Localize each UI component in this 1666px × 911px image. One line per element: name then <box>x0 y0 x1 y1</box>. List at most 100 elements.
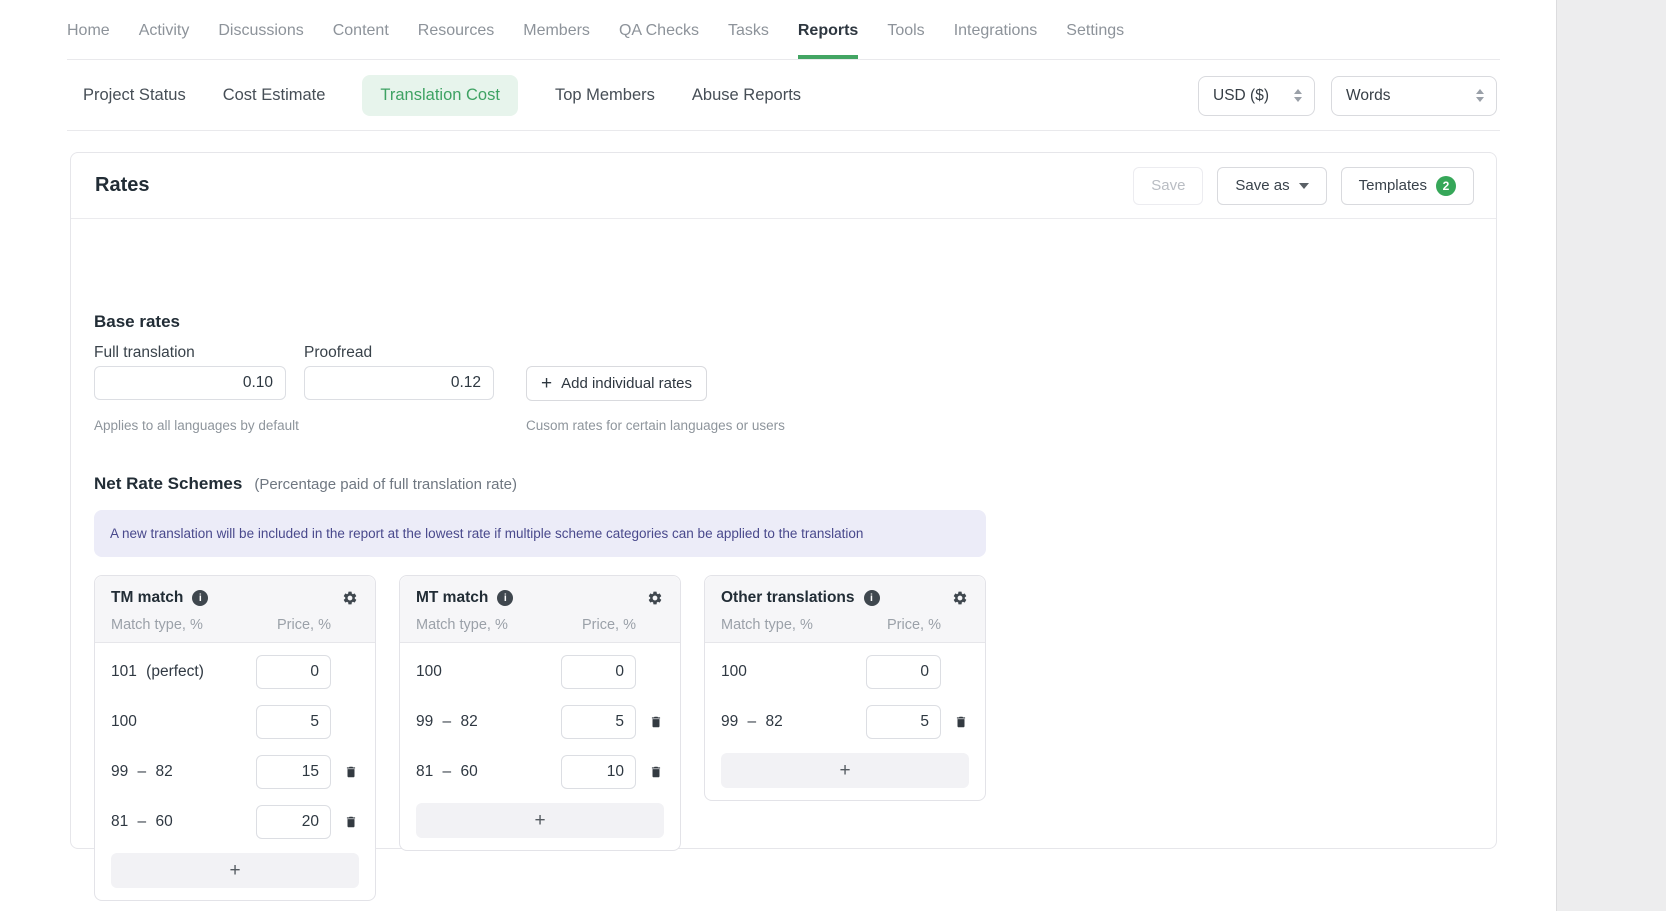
nav-item-resources[interactable]: Resources <box>418 22 494 59</box>
net-rate-schemes-heading-row: Net Rate Schemes (Percentage paid of ful… <box>94 474 517 494</box>
match-range-label: 101 (perfect) <box>111 663 256 681</box>
tab-project-status[interactable]: Project Status <box>83 86 186 105</box>
info-icon[interactable]: i <box>497 590 513 606</box>
save-as-label: Save as <box>1235 177 1289 194</box>
match-range-label: 81 – 60 <box>111 813 256 831</box>
price-input[interactable] <box>866 705 941 739</box>
info-banner-text: A new translation will be included in th… <box>110 526 863 541</box>
chevron-down-icon <box>1299 183 1309 189</box>
match-type-column-header: Match type, % <box>111 617 203 633</box>
table-row: 99 – 82 <box>721 697 969 747</box>
full-translation-input[interactable] <box>94 366 286 400</box>
mt-match-header: MT match i Match type, % Price, % <box>400 576 680 643</box>
proofread-input[interactable] <box>304 366 494 400</box>
tm-match-rows: 101 (perfect) 100 99 – 82 81 – 60 <box>95 643 375 900</box>
price-column-header: Price, % <box>582 617 636 633</box>
match-type-column-header: Match type, % <box>416 617 508 633</box>
tm-match-card: TM match i Match type, % Price, % 101 (p… <box>94 575 376 901</box>
reports-sub-navigation: Project Status Cost Estimate Translation… <box>67 61 1500 131</box>
tab-top-members[interactable]: Top Members <box>555 86 655 105</box>
page-title: Rates <box>95 174 149 197</box>
templates-label: Templates <box>1359 177 1427 194</box>
table-row: 81 – 60 <box>111 797 359 847</box>
add-row-button[interactable]: + <box>416 803 664 838</box>
other-translations-header: Other translations i Match type, % Price… <box>705 576 985 643</box>
match-range-label: 100 <box>111 713 256 731</box>
mt-match-title: MT match <box>416 589 488 607</box>
net-rate-schemes-subheading: (Percentage paid of full translation rat… <box>254 476 517 493</box>
trash-icon <box>344 814 358 830</box>
match-range-label: 81 – 60 <box>416 763 561 781</box>
desktop-background-strip <box>1556 0 1666 911</box>
nav-item-settings[interactable]: Settings <box>1066 22 1124 59</box>
currency-select[interactable]: USD ($) <box>1198 76 1315 116</box>
price-input[interactable] <box>256 805 331 839</box>
gear-icon <box>952 590 968 606</box>
tab-translation-cost[interactable]: Translation Cost <box>362 75 518 116</box>
mt-match-card: MT match i Match type, % Price, % 100 <box>399 575 681 851</box>
nav-item-tasks[interactable]: Tasks <box>728 22 769 59</box>
proofread-label: Proofread <box>304 344 372 362</box>
table-row: 100 <box>721 647 969 697</box>
price-input[interactable] <box>561 755 636 789</box>
add-row-button[interactable]: + <box>111 853 359 888</box>
price-input[interactable] <box>561 705 636 739</box>
table-row: 99 – 82 <box>111 747 359 797</box>
mt-match-settings-button[interactable] <box>646 589 664 607</box>
price-input[interactable] <box>256 705 331 739</box>
tm-match-settings-button[interactable] <box>341 589 359 607</box>
select-arrows-icon <box>1294 89 1302 102</box>
individual-rates-helper: Cusom rates for certain languages or use… <box>526 418 785 433</box>
unit-select-value: Words <box>1346 87 1391 105</box>
price-input[interactable] <box>561 655 636 689</box>
price-column-header: Price, % <box>277 617 331 633</box>
delete-row-button[interactable] <box>953 713 969 731</box>
delete-row-button[interactable] <box>648 763 664 781</box>
price-input[interactable] <box>256 655 331 689</box>
nav-item-integrations[interactable]: Integrations <box>954 22 1038 59</box>
tab-cost-estimate[interactable]: Cost Estimate <box>223 86 326 105</box>
gear-icon <box>647 590 663 606</box>
unit-select[interactable]: Words <box>1331 76 1497 116</box>
save-as-button[interactable]: Save as <box>1217 167 1326 205</box>
match-range-label: 99 – 82 <box>111 763 256 781</box>
nav-item-members[interactable]: Members <box>523 22 590 59</box>
match-type-column-header: Match type, % <box>721 617 813 633</box>
add-individual-rates-button[interactable]: + Add individual rates <box>526 366 707 401</box>
full-translation-label: Full translation <box>94 344 195 362</box>
other-translations-settings-button[interactable] <box>951 589 969 607</box>
nav-item-discussions[interactable]: Discussions <box>218 22 303 59</box>
templates-button[interactable]: Templates 2 <box>1341 167 1474 205</box>
other-translations-card: Other translations i Match type, % Price… <box>704 575 986 801</box>
delete-row-button[interactable] <box>343 813 359 831</box>
nav-item-reports[interactable]: Reports <box>798 22 858 59</box>
select-arrows-icon <box>1476 89 1484 102</box>
nav-item-home[interactable]: Home <box>67 22 110 59</box>
delete-row-button[interactable] <box>343 763 359 781</box>
trash-icon <box>344 764 358 780</box>
table-row: 100 <box>111 697 359 747</box>
info-icon[interactable]: i <box>864 590 880 606</box>
price-column-header: Price, % <box>887 617 941 633</box>
save-button[interactable]: Save <box>1133 167 1203 205</box>
report-filters: USD ($) Words <box>1198 76 1500 116</box>
delete-row-button[interactable] <box>648 713 664 731</box>
nav-item-tools[interactable]: Tools <box>887 22 924 59</box>
nav-item-qa-checks[interactable]: QA Checks <box>619 22 699 59</box>
other-translations-rows: 100 99 – 82 + <box>705 643 985 800</box>
match-range-label: 99 – 82 <box>416 713 561 731</box>
nav-item-content[interactable]: Content <box>333 22 389 59</box>
add-individual-rates-label: Add individual rates <box>561 375 692 392</box>
price-input[interactable] <box>866 655 941 689</box>
rates-card-header: Rates Save Save as Templates 2 <box>71 153 1496 219</box>
tab-abuse-reports[interactable]: Abuse Reports <box>692 86 801 105</box>
net-rate-schemes-heading: Net Rate Schemes <box>94 474 242 494</box>
base-rates-heading: Base rates <box>94 312 180 332</box>
add-row-button[interactable]: + <box>721 753 969 788</box>
nav-item-activity[interactable]: Activity <box>139 22 190 59</box>
info-icon[interactable]: i <box>192 590 208 606</box>
tm-match-title: TM match <box>111 589 183 607</box>
mt-match-rows: 100 99 – 82 81 – 60 + <box>400 643 680 850</box>
price-input[interactable] <box>256 755 331 789</box>
table-row: 99 – 82 <box>416 697 664 747</box>
